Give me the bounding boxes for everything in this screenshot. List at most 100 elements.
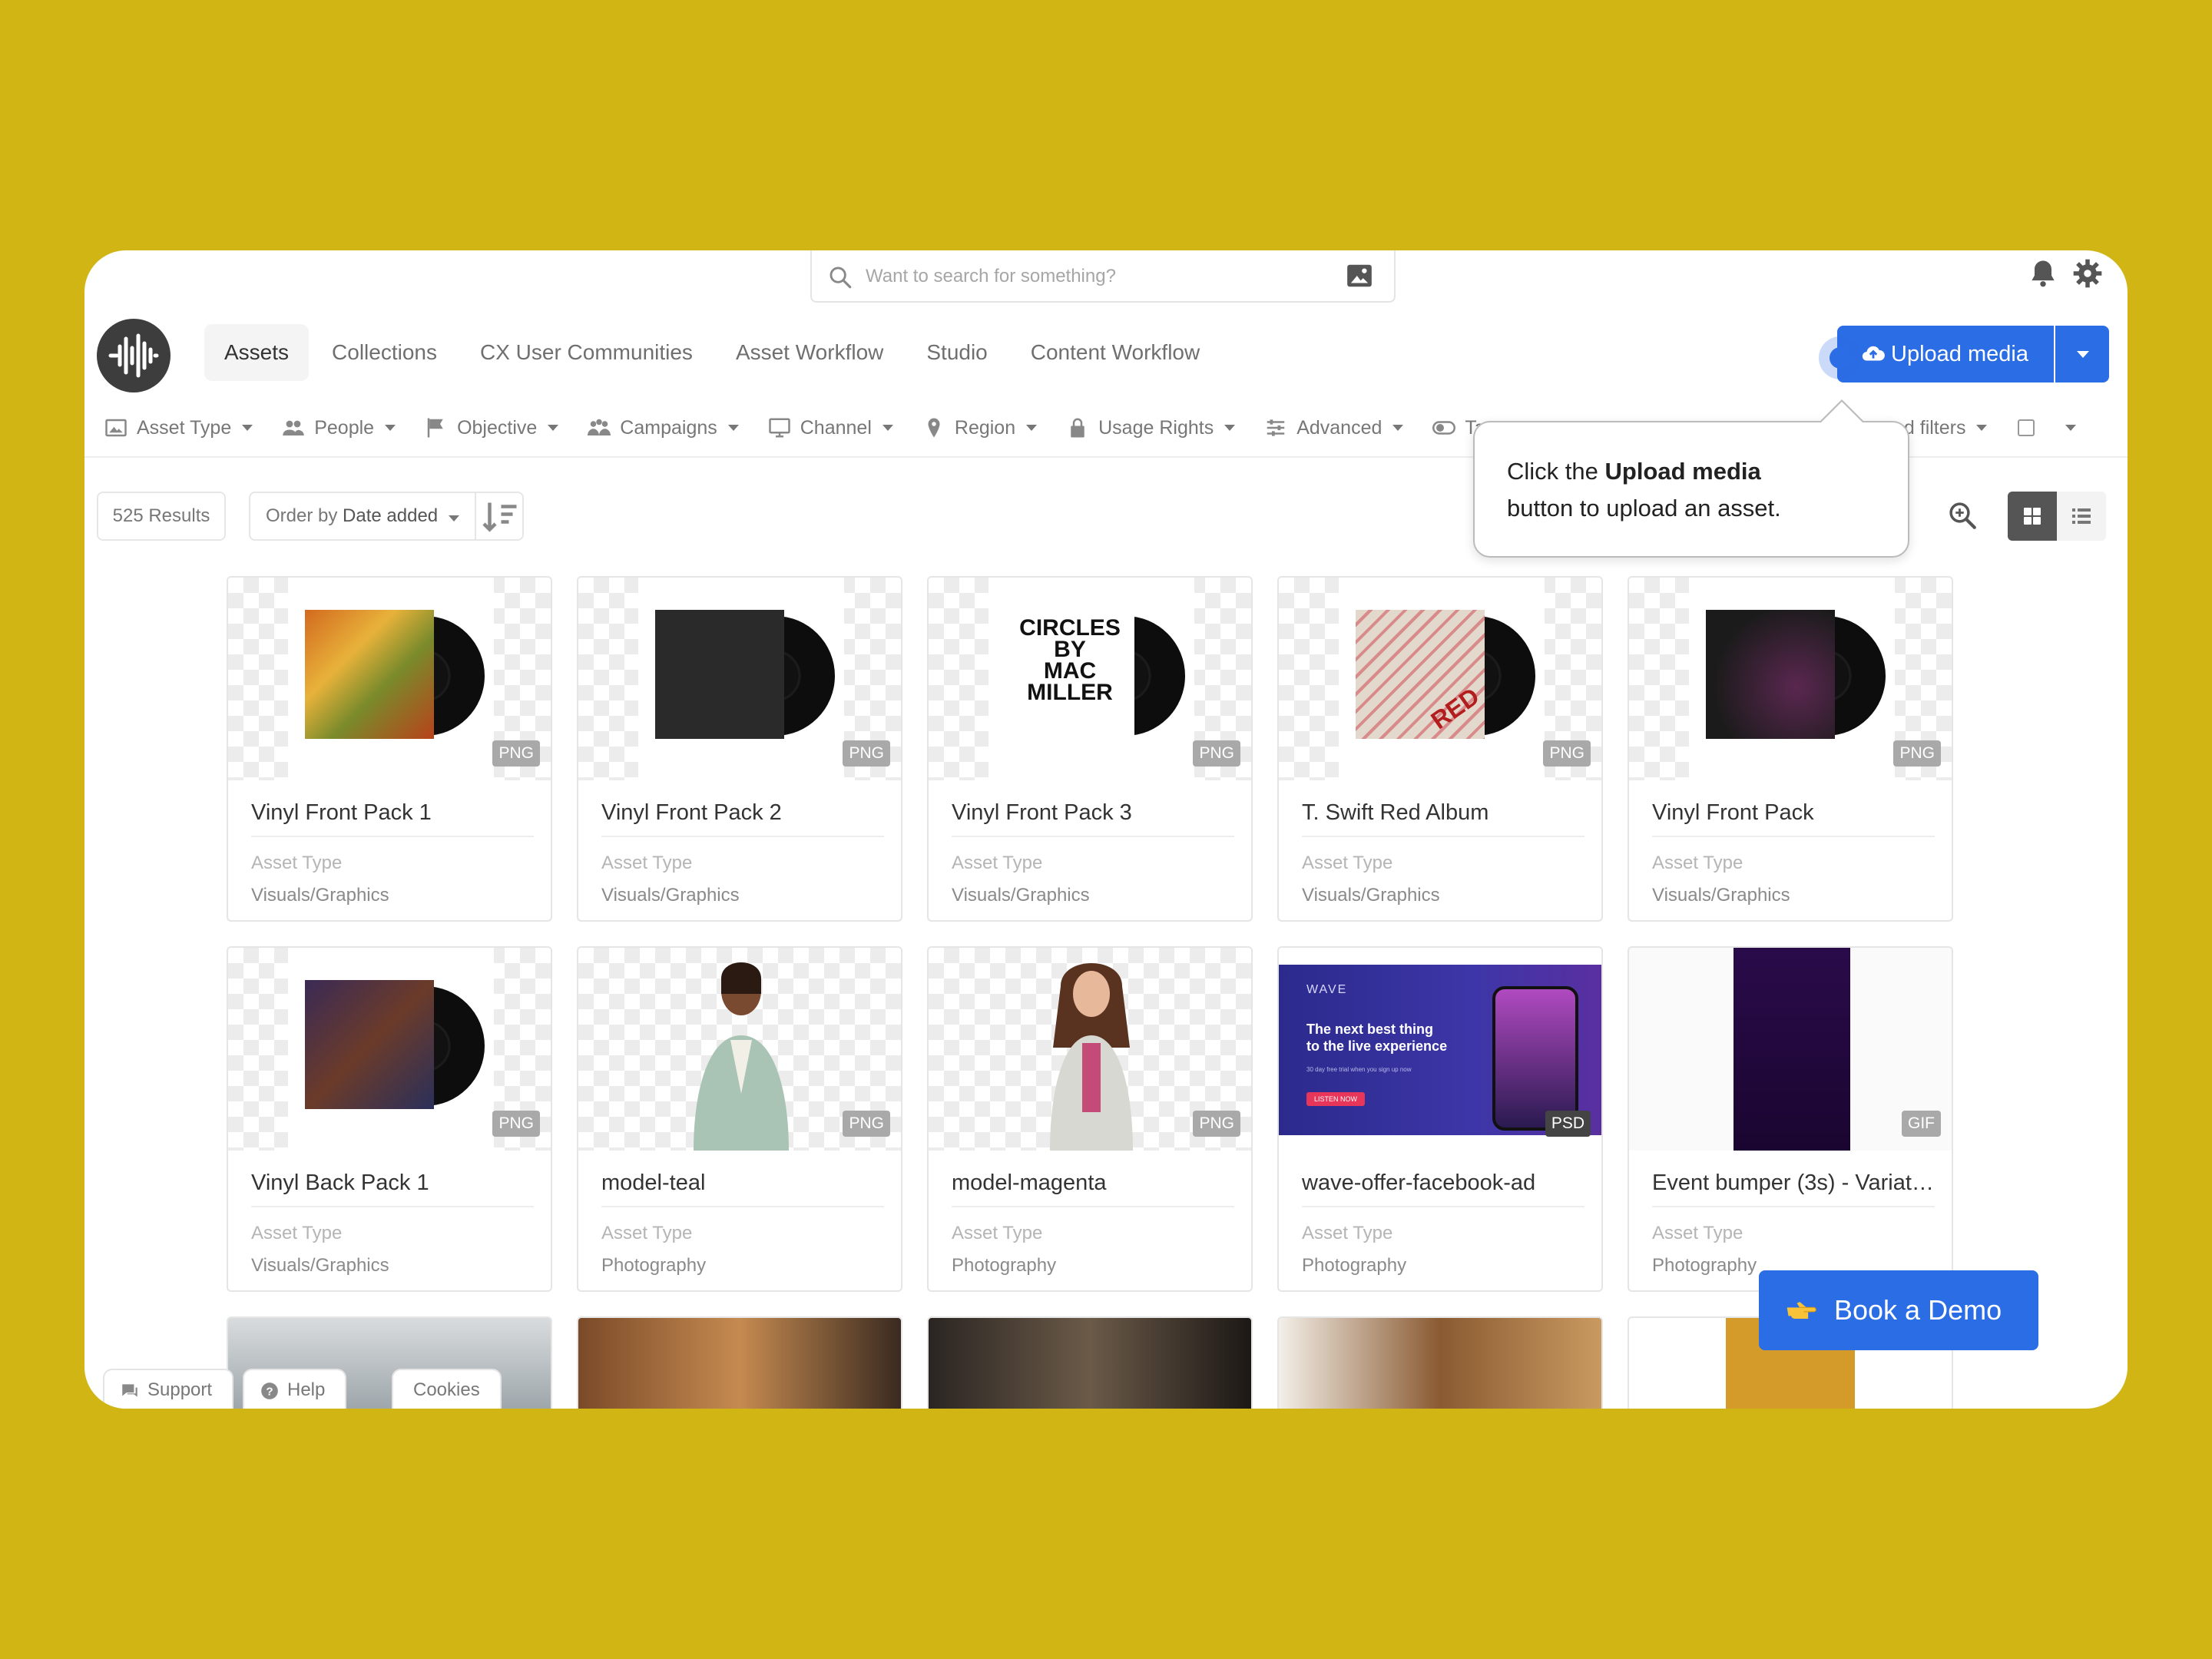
asset-card[interactable]: PNG Vinyl Front Pack 2 Asset Type Visual… (577, 576, 902, 922)
format-badge: PSD (1545, 1111, 1591, 1137)
asset-title[interactable]: T. Swift Red Album (1302, 800, 1584, 826)
order-by-select[interactable]: Order by Date added (249, 492, 476, 541)
app-window: Assets Collections CX User Communities A… (84, 250, 2128, 1409)
asset-title[interactable]: Vinyl Back Pack 1 (251, 1171, 534, 1196)
ad-cta: LISTEN NOW (1306, 1092, 1366, 1106)
format-badge: PNG (1543, 740, 1591, 767)
asset-thumbnail[interactable]: PNG (578, 948, 901, 1151)
monitor-icon (769, 418, 790, 438)
card-divider (251, 1206, 534, 1207)
format-badge: PNG (492, 1111, 540, 1137)
asset-meta-value: Visuals/Graphics (1652, 885, 1790, 906)
card-divider (952, 836, 1234, 837)
asset-title[interactable]: Vinyl Front Pack 3 (952, 800, 1234, 826)
thumbnail-canvas (1689, 578, 1895, 780)
filter-label: Asset Type (137, 416, 232, 439)
image-search-icon[interactable] (1345, 261, 1374, 290)
asset-thumbnail[interactable]: PNG (1629, 578, 1952, 780)
asset-thumbnail[interactable]: WAVE The next best thing to the live exp… (1279, 948, 1601, 1151)
nav-studio[interactable]: Studio (906, 324, 1007, 381)
asset-title[interactable]: model-teal (601, 1171, 884, 1196)
help-tab[interactable]: ? Help (243, 1369, 347, 1409)
cloud-upload-icon (1862, 346, 1885, 361)
asset-meta-value: Visuals/Graphics (251, 885, 389, 906)
asset-thumbnail[interactable]: GIF (1629, 948, 1952, 1151)
support-tab[interactable]: Support (103, 1369, 234, 1409)
book-demo-button[interactable]: Book a Demo (1759, 1270, 2038, 1350)
asset-thumbnail[interactable]: RED PNG (1279, 578, 1601, 780)
asset-meta-label: Asset Type (251, 1223, 343, 1243)
asset-title[interactable]: Vinyl Front Pack 1 (251, 800, 534, 826)
tour-beacon[interactable] (1819, 336, 1862, 379)
card-divider (251, 836, 534, 837)
asset-card[interactable]: PNG model-teal Asset Type Photography (577, 946, 902, 1292)
search-input[interactable] (866, 261, 1319, 292)
cookies-tab[interactable]: Cookies (392, 1369, 502, 1409)
asset-title[interactable]: Vinyl Front Pack (1652, 800, 1935, 826)
asset-card[interactable]: PNG model-magenta Asset Type Photography (927, 946, 1253, 1292)
card-divider (952, 1206, 1234, 1207)
zoom-icon[interactable] (1946, 499, 1979, 531)
upload-media-label: Upload media (1891, 342, 2028, 366)
brand-logo[interactable] (97, 319, 171, 392)
tooltip-text-after: button to upload an asset. (1507, 495, 1781, 522)
nav-cx-user-communities[interactable]: CX User Communities (460, 324, 713, 381)
list-view-button[interactable] (2057, 492, 2106, 541)
album-cover: CIRCLES BY MAC MILLER (1005, 610, 1134, 739)
filter-advanced[interactable]: Advanced (1264, 416, 1404, 439)
asset-meta-label: Asset Type (251, 853, 343, 873)
bulk-actions-dropdown[interactable] (2065, 425, 2077, 431)
filter-channel[interactable]: Channel (768, 416, 893, 439)
upload-media-button[interactable]: Upload media (1837, 326, 2054, 382)
book-demo-label: Book a Demo (1834, 1294, 2002, 1326)
nav-collections[interactable]: Collections (312, 324, 457, 381)
asset-title[interactable]: Event bumper (3s) - Variat… (1652, 1171, 1935, 1196)
cover-text-line: MILLER (1027, 680, 1113, 705)
grid-view-button[interactable] (2008, 492, 2057, 541)
asset-card[interactable]: GIF Event bumper (3s) - Variat… Asset Ty… (1628, 946, 1953, 1292)
asset-card[interactable] (927, 1316, 1253, 1409)
cover-text: RED (1426, 681, 1485, 735)
asset-card[interactable] (1277, 1316, 1603, 1409)
asset-meta-value: Visuals/Graphics (251, 1255, 389, 1276)
results-count: 525 Results (97, 492, 226, 541)
pointing-hand-icon (1786, 1302, 1816, 1319)
asset-meta-label: Asset Type (1652, 1223, 1743, 1243)
asset-card[interactable]: WAVE The next best thing to the live exp… (1277, 946, 1603, 1292)
filter-campaigns[interactable]: Campaigns (588, 416, 739, 439)
filter-objective[interactable]: Objective (425, 416, 559, 439)
asset-card[interactable]: PNG Vinyl Back Pack 1 Asset Type Visuals… (227, 946, 552, 1292)
asset-card[interactable]: PNG Vinyl Front Pack 1 Asset Type Visual… (227, 576, 552, 922)
asset-card[interactable]: PNG Vinyl Front Pack Asset Type Visuals/… (1628, 576, 1953, 922)
filter-usage-rights[interactable]: Usage Rights (1066, 416, 1236, 439)
format-badge: PNG (1193, 1111, 1240, 1137)
asset-thumbnail[interactable]: PNG (228, 578, 551, 780)
filter-asset-type[interactable]: Asset Type (104, 416, 253, 439)
asset-thumbnail[interactable]: PNG (929, 948, 1251, 1151)
nav-assets[interactable]: Assets (204, 324, 310, 381)
album-cover (305, 610, 434, 739)
asset-title[interactable]: wave-offer-facebook-ad (1302, 1171, 1584, 1196)
video-bumper-preview (1734, 948, 1850, 1151)
filter-label: Advanced (1296, 416, 1382, 439)
asset-title[interactable]: model-magenta (952, 1171, 1234, 1196)
asset-meta-label: Asset Type (952, 1223, 1043, 1243)
asset-title[interactable]: Vinyl Front Pack 2 (601, 800, 884, 826)
nav-content-workflow[interactable]: Content Workflow (1011, 324, 1220, 381)
asset-card[interactable]: CIRCLES BY MAC MILLER PNG Vinyl Front Pa… (927, 576, 1253, 922)
filter-people[interactable]: People (282, 416, 396, 439)
card-divider (1302, 836, 1584, 837)
asset-thumbnail[interactable]: PNG (578, 578, 901, 780)
asset-card[interactable]: RED PNG T. Swift Red Album Asset Type Vi… (1277, 576, 1603, 922)
select-all-checkbox[interactable] (2018, 419, 2035, 436)
gear-icon[interactable] (2071, 257, 2104, 290)
sort-direction-button[interactable] (475, 492, 524, 541)
bell-icon[interactable] (2026, 257, 2060, 290)
asset-thumbnail[interactable]: PNG (228, 948, 551, 1151)
filter-region[interactable]: Region (922, 416, 1038, 439)
asset-card[interactable] (577, 1316, 902, 1409)
upload-options-dropdown[interactable] (2055, 326, 2109, 382)
filter-label: Region (954, 416, 1016, 439)
nav-asset-workflow[interactable]: Asset Workflow (716, 324, 903, 381)
asset-thumbnail[interactable]: CIRCLES BY MAC MILLER PNG (929, 578, 1251, 780)
